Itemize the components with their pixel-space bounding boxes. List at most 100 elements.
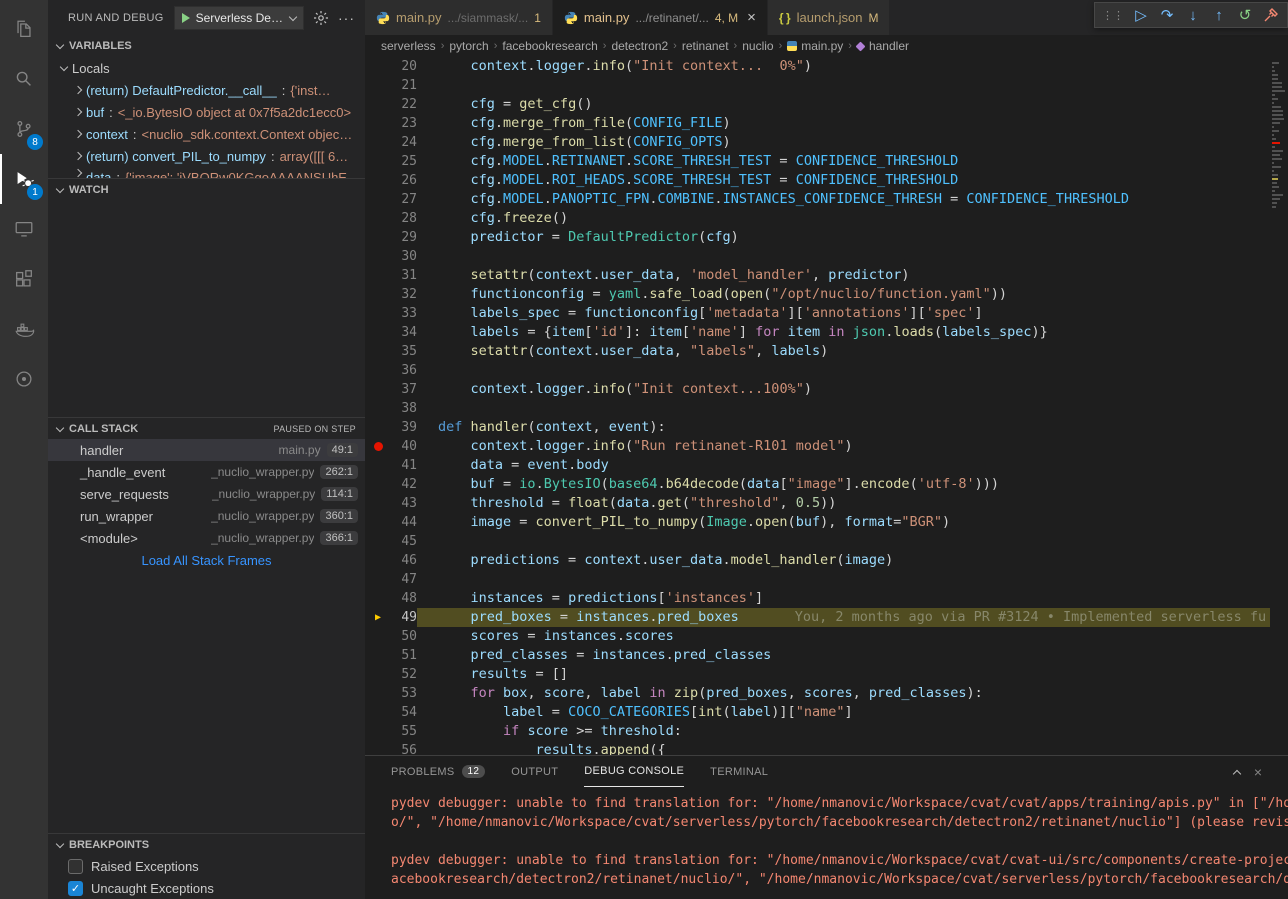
breakpoint-gutter[interactable] bbox=[365, 741, 391, 755]
breakpoint-gutter[interactable] bbox=[365, 722, 391, 741]
code-text[interactable]: cfg.MODEL.ROI_HEADS.SCORE_THRESH_TEST = … bbox=[417, 171, 1270, 190]
code-text[interactable]: def handler(context, event): bbox=[417, 418, 1270, 437]
breakpoint-gutter[interactable] bbox=[365, 627, 391, 646]
code-text[interactable] bbox=[417, 532, 1270, 551]
tab-terminal[interactable]: TERMINAL bbox=[710, 756, 768, 787]
code-line[interactable]: 56 results.append({ bbox=[365, 741, 1270, 755]
breakpoint-gutter[interactable] bbox=[365, 665, 391, 684]
breakpoint-gutter[interactable] bbox=[365, 304, 391, 323]
breakpoint-gutter[interactable] bbox=[365, 703, 391, 722]
code-line[interactable]: 31 setattr(context.user_data, 'model_han… bbox=[365, 266, 1270, 285]
code-text[interactable]: threshold = float(data.get("threshold", … bbox=[417, 494, 1270, 513]
more-actions-icon[interactable]: ··· bbox=[338, 10, 355, 26]
breadcrumb-item[interactable]: nuclio bbox=[742, 39, 773, 53]
breakpoint-gutter[interactable] bbox=[365, 361, 391, 380]
breakpoint-gutter[interactable] bbox=[365, 589, 391, 608]
step-out-button[interactable]: ↑ bbox=[1206, 3, 1232, 27]
code-line[interactable]: 46 predictions = context.user_data.model… bbox=[365, 551, 1270, 570]
tab-debug-console[interactable]: DEBUG CONSOLE bbox=[584, 756, 684, 787]
breakpoint-checkbox[interactable] bbox=[68, 859, 83, 874]
breadcrumb-item[interactable]: main.py bbox=[801, 39, 843, 53]
explorer-icon[interactable] bbox=[0, 4, 48, 54]
code-text[interactable]: cfg.freeze() bbox=[417, 209, 1270, 228]
breadcrumb-item[interactable]: detectron2 bbox=[611, 39, 668, 53]
breakpoint-row[interactable]: Raised Exceptions bbox=[48, 855, 365, 877]
code-text[interactable]: pred_classes = instances.pred_classes bbox=[417, 646, 1270, 665]
code-line[interactable]: 55 if score >= threshold: bbox=[365, 722, 1270, 741]
code-text[interactable]: setattr(context.user_data, 'model_handle… bbox=[417, 266, 1270, 285]
code-text[interactable]: if score >= threshold: bbox=[417, 722, 1270, 741]
code-line[interactable]: 40 context.logger.info("Run retinanet-R1… bbox=[365, 437, 1270, 456]
breakpoint-gutter[interactable] bbox=[365, 190, 391, 209]
code-text[interactable]: cfg.MODEL.RETINANET.SCORE_THRESH_TEST = … bbox=[417, 152, 1270, 171]
breadcrumb-item[interactable]: retinanet bbox=[682, 39, 729, 53]
disconnect-button[interactable] bbox=[1258, 3, 1284, 27]
code-text[interactable] bbox=[417, 247, 1270, 266]
breakpoint-gutter[interactable] bbox=[365, 152, 391, 171]
code-text[interactable]: cfg.merge_from_list(CONFIG_OPTS) bbox=[417, 133, 1270, 152]
code-line[interactable]: 48 instances = predictions['instances'] bbox=[365, 589, 1270, 608]
code-line[interactable]: 50 scores = instances.scores bbox=[365, 627, 1270, 646]
breakpoint-gutter[interactable] bbox=[365, 95, 391, 114]
launch-config-dropdown[interactable]: Serverless Debu bbox=[174, 6, 304, 30]
breakpoint-indicator[interactable] bbox=[365, 437, 391, 456]
stack-frame-row[interactable]: serve_requests_nuclio_wrapper.py114:1 bbox=[48, 483, 365, 505]
code-line[interactable]: 32 functionconfig = yaml.safe_load(open(… bbox=[365, 285, 1270, 304]
breakpoint-gutter[interactable] bbox=[365, 570, 391, 589]
step-over-button[interactable]: ↷ bbox=[1154, 3, 1180, 27]
code-line[interactable]: 42 buf = io.BytesIO(base64.b64decode(dat… bbox=[365, 475, 1270, 494]
code-text[interactable] bbox=[417, 361, 1270, 380]
plugin-circle-icon[interactable] bbox=[0, 354, 48, 404]
code-text[interactable]: predictor = DefaultPredictor(cfg) bbox=[417, 228, 1270, 247]
code-line[interactable]: 36 bbox=[365, 361, 1270, 380]
breadcrumb-item[interactable]: facebookresearch bbox=[502, 39, 597, 53]
breakpoint-gutter[interactable] bbox=[365, 247, 391, 266]
code-text[interactable]: context.logger.info("Run retinanet-R101 … bbox=[417, 437, 1270, 456]
code-line[interactable]: 44 image = convert_PIL_to_numpy(Image.op… bbox=[365, 513, 1270, 532]
breakpoint-gutter[interactable] bbox=[365, 380, 391, 399]
code-line[interactable]: 41 data = event.body bbox=[365, 456, 1270, 475]
tab-launch-json[interactable]: { } launch.json M bbox=[768, 0, 891, 35]
code-line[interactable]: 38 bbox=[365, 399, 1270, 418]
stack-frame-row[interactable]: <module>_nuclio_wrapper.py366:1 bbox=[48, 527, 365, 549]
variables-scope-row[interactable]: Locals bbox=[48, 57, 365, 79]
breakpoint-gutter[interactable] bbox=[365, 532, 391, 551]
code-text[interactable]: labels_spec = functionconfig['metadata']… bbox=[417, 304, 1270, 323]
code-text[interactable]: labels = {item['id']: item['name'] for i… bbox=[417, 323, 1270, 342]
code-text[interactable]: pred_boxes = instances.pred_boxesYou, 2 … bbox=[417, 608, 1270, 627]
remote-explorer-icon[interactable] bbox=[0, 204, 48, 254]
code-line[interactable]: ▶49 pred_boxes = instances.pred_boxesYou… bbox=[365, 608, 1270, 627]
variable-row[interactable]: (return) convert_PIL_to_numpy: array([[[… bbox=[48, 145, 365, 167]
console-output[interactable]: pydev debugger: unable to find translati… bbox=[365, 787, 1288, 899]
code-text[interactable]: data = event.body bbox=[417, 456, 1270, 475]
breakpoint-gutter[interactable] bbox=[365, 684, 391, 703]
code-text[interactable]: instances = predictions['instances'] bbox=[417, 589, 1270, 608]
breakpoints-section-header[interactable]: BREAKPOINTS bbox=[48, 833, 365, 855]
code-text[interactable]: cfg.merge_from_file(CONFIG_FILE) bbox=[417, 114, 1270, 133]
breakpoint-gutter[interactable] bbox=[365, 342, 391, 361]
code-line[interactable]: 27 cfg.MODEL.PANOPTIC_FPN.COMBINE.INSTAN… bbox=[365, 190, 1270, 209]
breadcrumb-item[interactable]: pytorch bbox=[449, 39, 488, 53]
breakpoint-gutter[interactable] bbox=[365, 475, 391, 494]
run-and-debug-icon[interactable]: 1 bbox=[0, 154, 48, 204]
breakpoint-gutter[interactable] bbox=[365, 418, 391, 437]
breakpoint-gutter[interactable]: ▶ bbox=[365, 608, 391, 627]
breakpoint-gutter[interactable] bbox=[365, 171, 391, 190]
search-icon[interactable] bbox=[0, 54, 48, 104]
code-line[interactable]: 37 context.logger.info("Init context...1… bbox=[365, 380, 1270, 399]
code-text[interactable]: results = [] bbox=[417, 665, 1270, 684]
tab-output[interactable]: OUTPUT bbox=[511, 756, 558, 787]
code-line[interactable]: 43 threshold = float(data.get("threshold… bbox=[365, 494, 1270, 513]
breakpoint-gutter[interactable] bbox=[365, 209, 391, 228]
code-line[interactable]: 21 bbox=[365, 76, 1270, 95]
code-line[interactable]: 30 bbox=[365, 247, 1270, 266]
code-line[interactable]: 34 labels = {item['id']: item['name'] fo… bbox=[365, 323, 1270, 342]
breakpoint-gutter[interactable] bbox=[365, 323, 391, 342]
code-text[interactable]: for box, score, label in zip(pred_boxes,… bbox=[417, 684, 1270, 703]
code-line[interactable]: 28 cfg.freeze() bbox=[365, 209, 1270, 228]
code-line[interactable]: 33 labels_spec = functionconfig['metadat… bbox=[365, 304, 1270, 323]
step-into-button[interactable]: ↓ bbox=[1180, 3, 1206, 27]
breakpoint-row[interactable]: ✓Uncaught Exceptions bbox=[48, 877, 365, 899]
code-text[interactable]: cfg = get_cfg() bbox=[417, 95, 1270, 114]
code-line[interactable]: 54 label = COCO_CATEGORIES[int(label)]["… bbox=[365, 703, 1270, 722]
